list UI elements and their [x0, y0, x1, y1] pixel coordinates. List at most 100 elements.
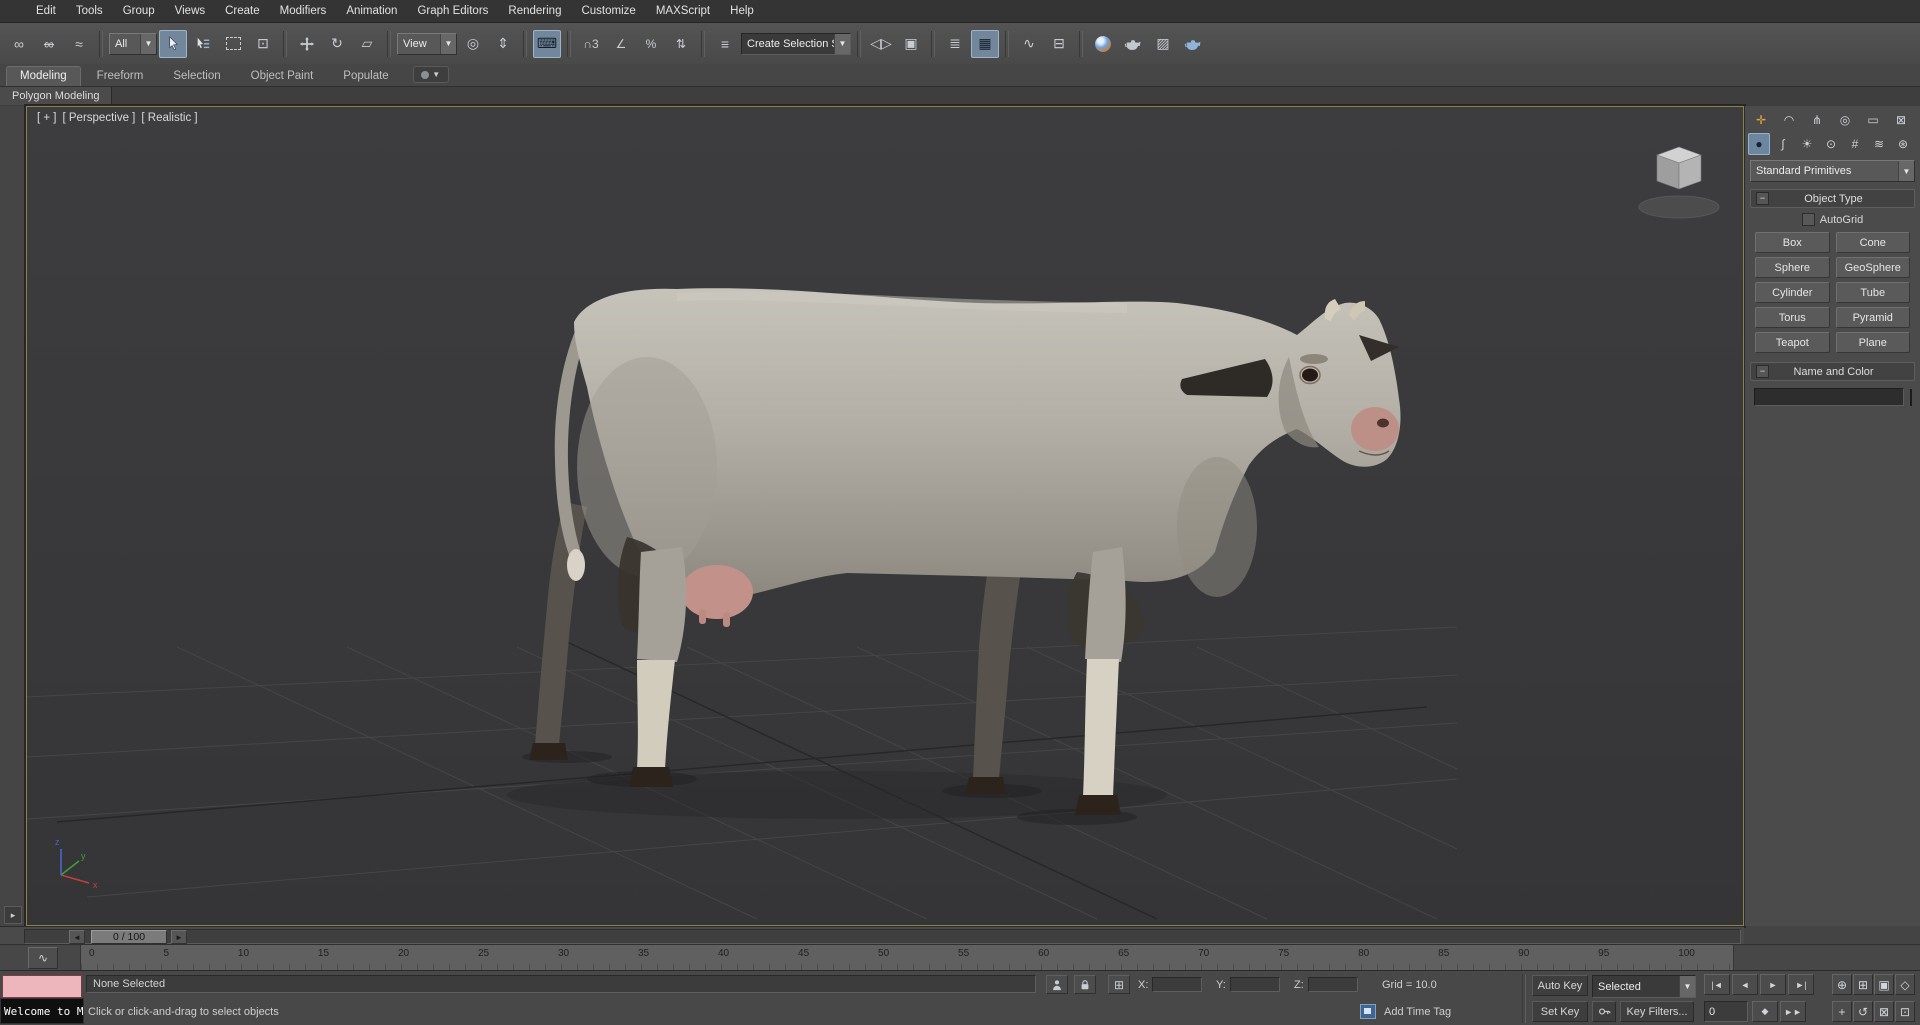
ribbon-panel-polygon-modeling[interactable]: Polygon Modeling — [0, 87, 113, 105]
current-frame-field[interactable] — [1704, 1001, 1748, 1022]
select-and-manipulate-button[interactable]: ⇕ — [489, 30, 517, 58]
zoom-all-button[interactable]: ⊞ — [1853, 974, 1873, 995]
next-frame-arrow[interactable]: ► — [171, 930, 187, 944]
ribbon-minimize-button[interactable]: ▼ — [412, 66, 449, 83]
window-crossing-toggle[interactable]: ⊡ — [249, 30, 277, 58]
select-and-move-button[interactable] — [293, 30, 321, 58]
maxscript-mini-listener[interactable]: Welcome to M — [0, 998, 84, 1024]
maximize-viewport-toggle[interactable]: ⊡ — [1895, 1001, 1915, 1022]
set-keys-key-button[interactable] — [1592, 1001, 1616, 1022]
tab-utilities[interactable]: ⊠ — [1888, 109, 1914, 131]
menu-help[interactable]: Help — [720, 0, 764, 22]
y-coordinate-input[interactable] — [1230, 977, 1280, 992]
zoom-extents-button[interactable]: ▣ — [1874, 974, 1894, 995]
viewport-menu-shading[interactable]: [ Realistic ] — [141, 112, 197, 124]
add-time-tag[interactable]: Add Time Tag — [1384, 1006, 1451, 1018]
viewport-menu-view[interactable]: [ Perspective ] — [63, 112, 136, 124]
viewport-menu-plus[interactable]: [ + ] — [37, 112, 57, 124]
tube-button[interactable]: Tube — [1835, 282, 1910, 303]
layer-explorer-toggle[interactable]: ≣ — [941, 30, 969, 58]
category-geometry[interactable]: ● — [1748, 133, 1770, 155]
set-key-button[interactable]: Set Key — [1532, 1001, 1588, 1022]
edit-named-selection-sets-button[interactable]: ≡ — [711, 30, 739, 58]
selection-filter-dropdown[interactable]: All ▼ — [109, 32, 157, 55]
teapot-button[interactable]: Teapot — [1755, 332, 1830, 353]
menu-edit[interactable]: Edit — [26, 0, 66, 22]
percent-snap-toggle[interactable]: % — [637, 30, 665, 58]
box-button[interactable]: Box — [1755, 232, 1830, 253]
category-cameras[interactable]: ⊙ — [1820, 133, 1842, 155]
tab-display[interactable]: ▭ — [1860, 109, 1886, 131]
name-color-rollout-header[interactable]: − Name and Color — [1750, 362, 1915, 381]
bind-to-space-warp-icon[interactable]: ≈ — [65, 30, 93, 58]
category-systems[interactable]: ⊛ — [1892, 133, 1914, 155]
next-frame-button[interactable]: ►► — [1780, 1001, 1806, 1022]
macro-recorder-field[interactable] — [2, 975, 82, 998]
menu-create[interactable]: Create — [215, 0, 270, 22]
x-coordinate-input[interactable] — [1152, 977, 1202, 992]
walk-through-button[interactable]: ⊠ — [1874, 1001, 1894, 1022]
track-bar-ruler[interactable]: 0 5 10 15 20 25 30 35 40 45 50 55 60 65 … — [80, 945, 1734, 970]
render-production-button[interactable] — [1179, 30, 1207, 58]
menu-animation[interactable]: Animation — [336, 0, 407, 22]
go-to-end-button[interactable]: ►| — [1788, 974, 1814, 995]
select-by-name-button[interactable] — [189, 30, 217, 58]
key-selection-dropdown[interactable]: Selected ▼ — [1592, 975, 1696, 998]
ribbon-tab-freeform[interactable]: Freeform — [83, 66, 158, 86]
ribbon-tab-modeling[interactable]: Modeling — [6, 66, 81, 86]
reference-coordinate-dropdown[interactable]: View ▼ — [397, 32, 457, 55]
menu-maxscript[interactable]: MAXScript — [646, 0, 720, 22]
tab-modify[interactable]: ◠ — [1776, 109, 1802, 131]
plane-button[interactable]: Plane — [1835, 332, 1910, 353]
schematic-view-button[interactable]: ⊟ — [1045, 30, 1073, 58]
select-and-scale-button[interactable]: ▱ — [353, 30, 381, 58]
category-lights[interactable]: ☀ — [1796, 133, 1818, 155]
select-object-button[interactable] — [159, 29, 187, 58]
key-filters-button[interactable]: Key Filters... — [1620, 1001, 1694, 1022]
time-tag-icon[interactable] — [1360, 1004, 1376, 1019]
menu-views[interactable]: Views — [165, 0, 215, 22]
snaps-toggle-3d[interactable]: ∩ 3 — [577, 30, 605, 58]
material-editor-button[interactable] — [1089, 30, 1117, 58]
object-name-field[interactable] — [1754, 388, 1904, 406]
auto-key-button[interactable]: Auto Key — [1532, 975, 1588, 996]
viewport-layout-tabs-button[interactable]: ▸ — [4, 906, 22, 924]
orbit-button[interactable]: ↺ — [1853, 1001, 1873, 1022]
rectangular-selection-region-button[interactable] — [219, 30, 247, 58]
go-to-start-button[interactable]: |◄ — [1704, 974, 1730, 995]
mirror-button[interactable]: ◁▷ — [867, 30, 895, 58]
menu-graph-editors[interactable]: Graph Editors — [407, 0, 498, 22]
use-pivot-center-button[interactable]: ◎ — [459, 30, 487, 58]
unlink-selection-icon[interactable]: ∞ — [35, 30, 63, 58]
menu-tools[interactable]: Tools — [66, 0, 113, 22]
previous-frame-arrow[interactable]: ◄ — [69, 930, 85, 944]
torus-button[interactable]: Torus — [1755, 307, 1830, 328]
cone-button[interactable]: Cone — [1835, 232, 1910, 253]
key-mode-toggle[interactable]: ◆ — [1752, 1001, 1778, 1022]
menu-modifiers[interactable]: Modifiers — [270, 0, 337, 22]
menu-rendering[interactable]: Rendering — [498, 0, 571, 22]
geometry-category-dropdown[interactable]: Standard Primitives ▼ — [1750, 160, 1915, 182]
tab-motion[interactable]: ◎ — [1832, 109, 1858, 131]
align-button[interactable]: ▣ — [897, 30, 925, 58]
object-color-swatch[interactable] — [1910, 388, 1912, 406]
tab-hierarchy[interactable]: ⋔ — [1804, 109, 1830, 131]
perspective-viewport[interactable]: [ + ] [ Perspective ] [ Realistic ] x y … — [26, 106, 1744, 926]
menu-customize[interactable]: Customize — [571, 0, 645, 22]
tab-create[interactable]: ✛ — [1748, 109, 1774, 131]
previous-frame-button[interactable]: ◄ — [1732, 974, 1758, 995]
z-coordinate-input[interactable] — [1308, 977, 1358, 992]
time-slider-track[interactable]: ◄ 0 / 100 ► — [24, 929, 1741, 944]
select-and-rotate-button[interactable]: ↻ — [323, 30, 351, 58]
menu-group[interactable]: Group — [113, 0, 165, 22]
autogrid-checkbox[interactable] — [1801, 213, 1815, 226]
pan-button[interactable]: + — [1832, 1001, 1852, 1022]
open-mini-curve-editor-button[interactable]: ∿ — [28, 947, 58, 969]
keyboard-shortcut-override-toggle[interactable]: ⌨ — [533, 29, 561, 58]
render-setup-button[interactable] — [1119, 30, 1147, 58]
named-selection-set-combo[interactable]: Create Selection Se ▼ — [741, 32, 851, 55]
category-space-warps[interactable]: ≋ — [1868, 133, 1890, 155]
select-and-link-icon[interactable]: ∞ — [5, 30, 33, 58]
geosphere-button[interactable]: GeoSphere — [1835, 257, 1910, 278]
spinner-snap-toggle[interactable]: ⇅ — [667, 30, 695, 58]
